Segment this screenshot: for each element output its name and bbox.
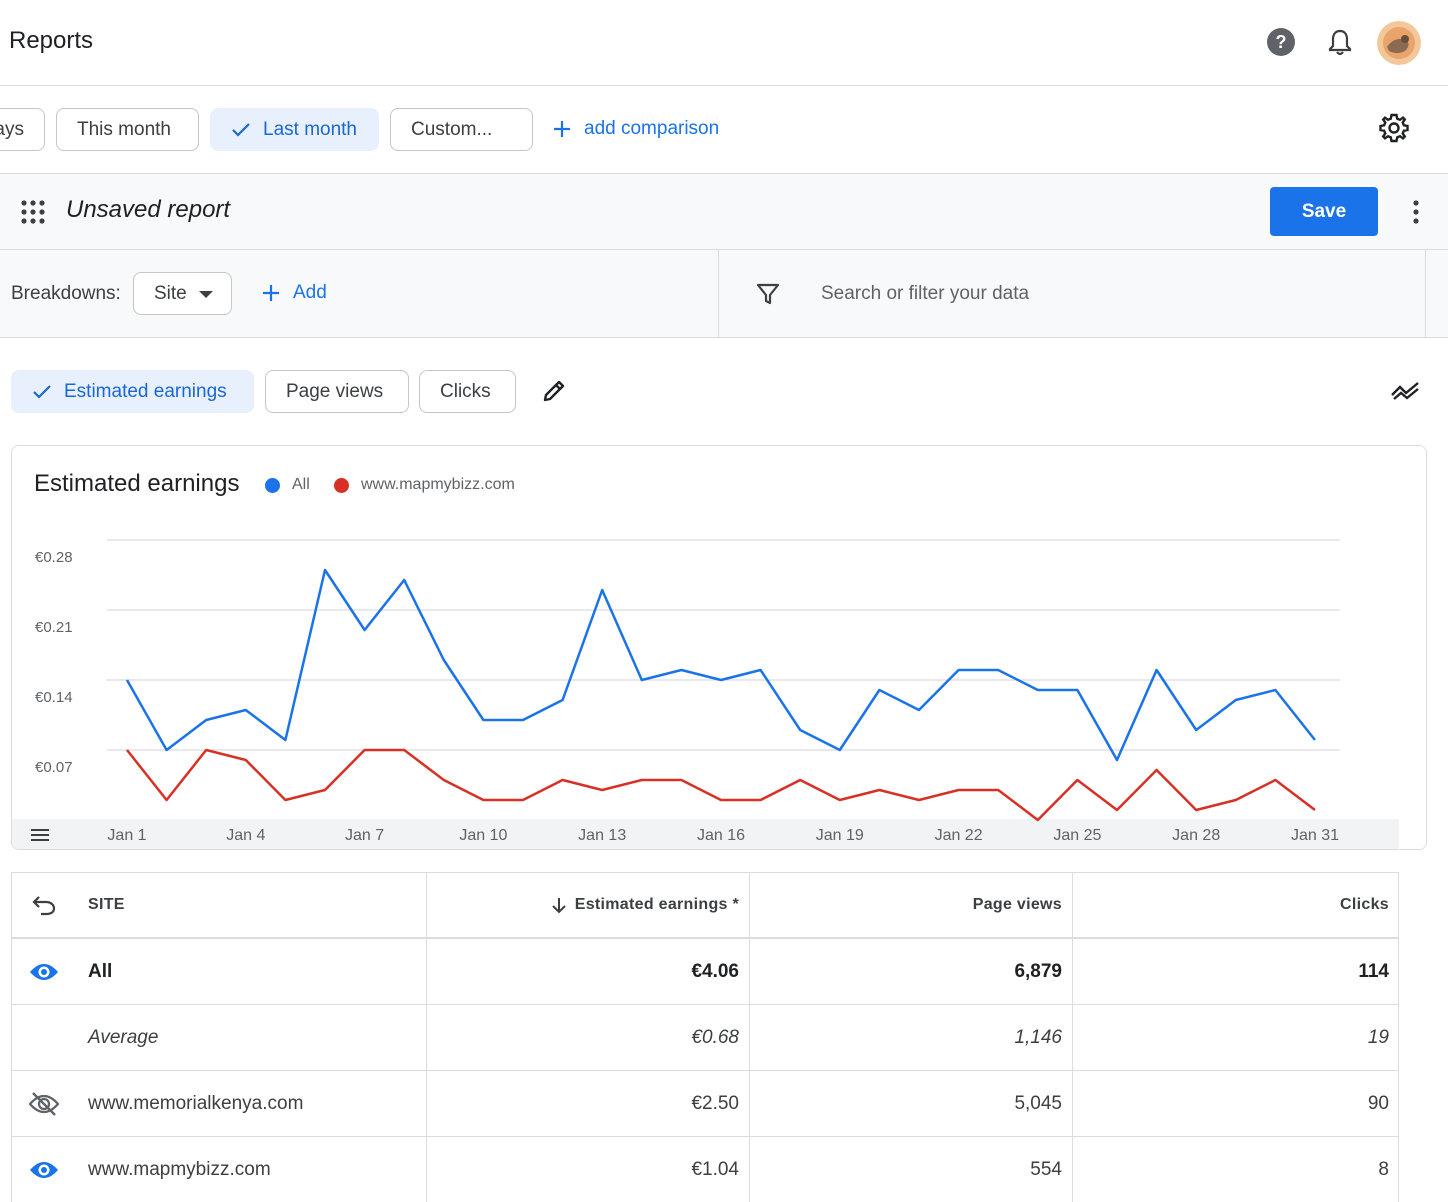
earnings-value: €2.50 [426, 1071, 749, 1136]
arrow-down-icon [551, 896, 567, 914]
page-title: Reports [9, 27, 94, 54]
site-name: www.mapmybizz.com [88, 1158, 271, 1180]
date-chip-custom[interactable]: Custom... [390, 108, 533, 151]
page-views-column-header[interactable]: Page views [749, 873, 1072, 937]
series-line-mapmybizz [126, 748, 1316, 822]
earnings-value: €1.04 [426, 1137, 749, 1202]
add-breakdown-button[interactable]: Add [261, 282, 327, 304]
divider [718, 250, 719, 338]
site-name: www.memorialkenya.com [88, 1092, 304, 1114]
check-icon [231, 122, 251, 138]
page-views-value: 1,146 [749, 1005, 1072, 1070]
table-row[interactable]: www.memorialkenya.com €2.50 5,045 90 [12, 1071, 1398, 1137]
divider [1425, 250, 1426, 338]
earnings-value: €0.68 [426, 1005, 749, 1070]
metric-chip-page-views[interactable]: Page views [265, 370, 409, 413]
visibility-eye-icon[interactable] [28, 956, 60, 988]
chart-type-trend-icon[interactable] [1385, 371, 1425, 411]
y-tick-label: €0.14 [35, 689, 73, 706]
site-name: Average [88, 1026, 159, 1048]
clicks-value: 114 [1072, 939, 1399, 1004]
page-views-value: 554 [749, 1137, 1072, 1202]
line-chart: €0.28 €0.21 €0.14 €0.07 Jan 1 Jan 4 Jan 7 Jan 1… [12, 539, 1399, 849]
site-column-header[interactable]: SITE [12, 873, 426, 937]
metric-chip-clicks[interactable]: Clicks [419, 370, 516, 413]
clicks-column-header[interactable]: Clicks [1072, 873, 1399, 937]
page-views-value: 5,045 [749, 1071, 1072, 1136]
date-chip-this-month[interactable]: This month [56, 108, 199, 151]
date-chip-last-7-days[interactable]: ays [0, 108, 45, 151]
account-avatar[interactable] [1377, 21, 1421, 65]
report-table: SITE Estimated earnings * Page views Cli… [11, 872, 1399, 1202]
more-vert-icon[interactable] [1396, 192, 1436, 232]
x-tick-label: Jan 4 [226, 827, 265, 844]
visibility-off-icon[interactable] [28, 1088, 60, 1120]
top-app-bar: Reports ? [0, 0, 1448, 86]
plus-icon [552, 119, 572, 139]
x-tick-label: Jan 1 [107, 827, 146, 844]
svg-text:?: ? [1276, 32, 1287, 52]
notifications-bell-icon[interactable] [1320, 22, 1360, 62]
date-range-bar: ays This month Last month Custom... add … [0, 86, 1448, 174]
clicks-value: 19 [1072, 1005, 1399, 1070]
table-row[interactable]: All €4.06 6,879 114 [12, 939, 1398, 1005]
caret-down-icon [199, 291, 213, 298]
clicks-value: 8 [1072, 1137, 1399, 1202]
date-chip-last-month[interactable]: Last month [210, 108, 379, 151]
x-tick-label: Jan 10 [459, 827, 507, 844]
y-tick-label: €0.07 [35, 759, 73, 776]
series-line-all [125, 568, 1316, 762]
plus-icon [261, 283, 281, 303]
check-icon [32, 384, 52, 400]
earnings-value: €4.06 [426, 939, 749, 1004]
report-title[interactable]: Unsaved report [66, 196, 230, 224]
x-tick-label: Jan 31 [1291, 827, 1339, 844]
x-tick-label: Jan 25 [1053, 827, 1101, 844]
add-comparison-button[interactable]: add comparison [552, 118, 719, 140]
earnings-column-header[interactable]: Estimated earnings * [426, 873, 749, 937]
help-icon[interactable]: ? [1261, 22, 1301, 62]
x-tick-label: Jan 7 [345, 827, 384, 844]
y-tick-label: €0.21 [35, 619, 73, 636]
edit-pencil-icon[interactable] [534, 371, 574, 411]
table-header-row: SITE Estimated earnings * Page views Cli… [12, 873, 1398, 939]
x-tick-label: Jan 22 [935, 827, 983, 844]
breakdown-site-select[interactable]: Site [133, 272, 232, 315]
visibility-eye-icon[interactable] [28, 1154, 60, 1186]
report-header-bar: Unsaved report Save [0, 174, 1448, 250]
breakdowns-label: Breakdowns: [11, 283, 121, 304]
clicks-value: 90 [1072, 1071, 1399, 1136]
settings-gear-icon[interactable] [1374, 108, 1414, 148]
table-row[interactable]: www.mapmybizz.com €1.04 554 8 [12, 1137, 1398, 1202]
y-tick-label: €0.28 [35, 549, 73, 566]
chart-card: Estimated earnings All www.mapmybizz.com… [11, 445, 1427, 850]
save-button[interactable]: Save [1270, 187, 1378, 236]
x-tick-label: Jan 19 [816, 827, 864, 844]
apps-grid-icon[interactable] [13, 192, 53, 232]
page-views-value: 6,879 [749, 939, 1072, 1004]
x-tick-label: Jan 13 [578, 827, 626, 844]
table-row: Average €0.68 1,146 19 [12, 1005, 1398, 1071]
undo-icon[interactable] [28, 889, 60, 921]
metric-chip-estimated-earnings[interactable]: Estimated earnings [11, 370, 254, 413]
breakdowns-bar: Breakdowns: Site Add Search or filter yo… [0, 250, 1448, 338]
x-tick-label: Jan 28 [1172, 827, 1220, 844]
filter-funnel-icon[interactable] [748, 274, 788, 314]
x-tick-label: Jan 16 [697, 827, 745, 844]
site-name: All [88, 960, 113, 982]
search-filter-input[interactable]: Search or filter your data [821, 283, 1029, 305]
